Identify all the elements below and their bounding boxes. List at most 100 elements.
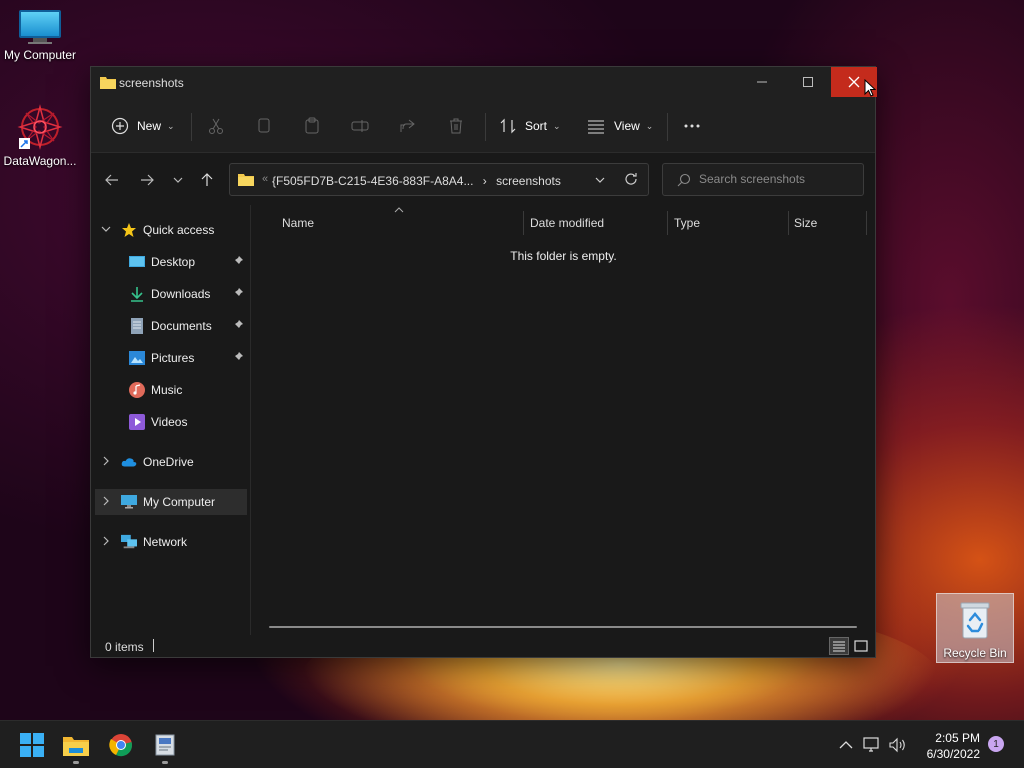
recycle-bin-label: Recycle Bin (943, 646, 1007, 660)
volume-tray-button[interactable] (888, 735, 908, 755)
rename-button[interactable] (351, 111, 369, 141)
desktop-icon-datawagon[interactable]: DataWagon... (0, 104, 80, 168)
title-bar[interactable]: screenshots (91, 67, 877, 99)
nav-item-pictures[interactable]: Pictures (95, 345, 247, 371)
view-label: View (614, 119, 640, 133)
column-header-name[interactable]: Name (282, 211, 314, 235)
nav-onedrive[interactable]: OneDrive (95, 449, 247, 475)
network-icon (863, 737, 879, 752)
details-view-button[interactable] (829, 637, 849, 655)
navigation-pane: Quick access Desktop Downloads Documents… (91, 205, 251, 635)
chrome-taskbar-button[interactable] (107, 731, 135, 759)
breadcrumb-current[interactable]: screenshots (496, 174, 561, 188)
desktop-icon (129, 254, 145, 270)
close-icon (848, 76, 860, 88)
file-list-pane: Name Date modified Type Size This folder… (252, 205, 875, 635)
horizontal-scrollbar[interactable] (269, 626, 857, 628)
forward-button[interactable] (136, 169, 158, 191)
cut-icon (209, 118, 223, 134)
music-icon (129, 382, 145, 398)
column-header-size[interactable]: Size (794, 211, 817, 235)
nav-item-videos[interactable]: Videos (95, 409, 247, 435)
nav-label: Music (151, 383, 183, 397)
notification-badge[interactable]: 1 (988, 736, 1004, 752)
new-button[interactable]: New ⌄ (111, 111, 175, 141)
address-bar[interactable]: « {F505FD7B-C215-4E36-883F-A8A4... › scr… (229, 163, 649, 196)
network-tray-button[interactable] (862, 735, 882, 755)
column-header-date-modified[interactable]: Date modified (530, 211, 604, 235)
path-overflow[interactable]: « (262, 173, 268, 185)
nav-network[interactable]: Network (95, 529, 247, 555)
nav-label: Network (143, 535, 188, 549)
recent-locations-button[interactable] (167, 169, 189, 191)
sort-indicator-icon (394, 205, 404, 215)
nav-label: Documents (151, 319, 212, 333)
toolbar-divider (485, 113, 486, 141)
search-box[interactable] (662, 163, 864, 196)
taskbar: 2:05 PM 6/30/2022 (0, 720, 1024, 768)
chevron-right-icon[interactable] (101, 456, 111, 469)
more-options-button[interactable] (683, 111, 701, 141)
column-divider[interactable] (866, 211, 867, 235)
sort-button[interactable]: Sort ⌄ (499, 111, 561, 141)
file-explorer-taskbar-button[interactable] (62, 731, 90, 759)
pin-icon[interactable] (233, 255, 243, 269)
breadcrumb-separator[interactable]: › (483, 174, 487, 188)
nav-my-computer[interactable]: My Computer (95, 489, 247, 515)
nav-item-music[interactable]: Music (95, 377, 247, 403)
search-input[interactable] (699, 172, 859, 186)
nav-item-documents[interactable]: Documents (95, 313, 247, 339)
column-divider[interactable] (667, 211, 668, 235)
column-header-type[interactable]: Type (674, 211, 700, 235)
nav-quick-access[interactable]: Quick access (95, 217, 247, 243)
mouse-cursor-icon (864, 78, 877, 100)
desktop-icon-recycle-bin[interactable]: Recycle Bin (936, 593, 1014, 663)
pictures-icon (129, 350, 145, 366)
desktop-icon-label: My Computer (3, 48, 77, 62)
paste-button[interactable] (303, 111, 321, 141)
pin-icon[interactable] (233, 351, 243, 365)
file-explorer-window: screenshots New ⌄ Sort ⌄ View ⌄ « {F505F… (90, 66, 877, 658)
clock[interactable]: 2:05 PM 6/30/2022 (910, 730, 980, 762)
datawagon-logo-icon (17, 104, 63, 150)
desktop-icon-my-computer[interactable]: My Computer (0, 10, 80, 62)
details-view-icon (833, 641, 845, 652)
nav-label: OneDrive (143, 455, 194, 469)
view-button[interactable]: View ⌄ (587, 111, 653, 141)
column-divider[interactable] (788, 211, 789, 235)
minimize-button[interactable] (739, 67, 785, 97)
share-button[interactable] (399, 111, 417, 141)
start-button[interactable] (18, 731, 46, 759)
chevron-up-icon (839, 741, 853, 749)
status-bar: 0 items (91, 635, 875, 657)
new-label: New (137, 119, 162, 133)
pin-icon[interactable] (233, 319, 243, 333)
start-icon (20, 733, 44, 757)
chevron-right-icon[interactable] (101, 496, 111, 509)
chevron-down-icon: ⌄ (167, 120, 175, 131)
pin-icon[interactable] (233, 287, 243, 301)
up-button[interactable] (196, 169, 218, 191)
view-list-icon (588, 120, 604, 134)
refresh-icon (625, 173, 637, 185)
file-explorer-icon (63, 737, 89, 756)
chevron-down-icon[interactable] (101, 224, 111, 237)
show-hidden-icons-button[interactable] (836, 735, 856, 755)
breadcrumb-root[interactable]: {F505FD7B-C215-4E36-883F-A8A4... (272, 174, 473, 188)
back-button[interactable] (101, 169, 123, 191)
rename-icon (351, 120, 369, 132)
copy-button[interactable] (255, 111, 273, 141)
chevron-right-icon[interactable] (101, 536, 111, 549)
cut-button[interactable] (207, 111, 225, 141)
address-dropdown-button[interactable] (594, 174, 606, 189)
delete-button[interactable] (447, 111, 465, 141)
nav-item-downloads[interactable]: Downloads (95, 281, 247, 307)
sort-label: Sort (525, 119, 548, 133)
app-taskbar-button[interactable] (151, 731, 179, 759)
maximize-button[interactable] (785, 67, 831, 97)
nav-item-desktop[interactable]: Desktop (95, 249, 247, 275)
column-divider[interactable] (523, 211, 524, 235)
large-icons-view-button[interactable] (851, 637, 871, 655)
item-count: 0 items (105, 640, 144, 654)
refresh-button[interactable] (624, 172, 638, 189)
